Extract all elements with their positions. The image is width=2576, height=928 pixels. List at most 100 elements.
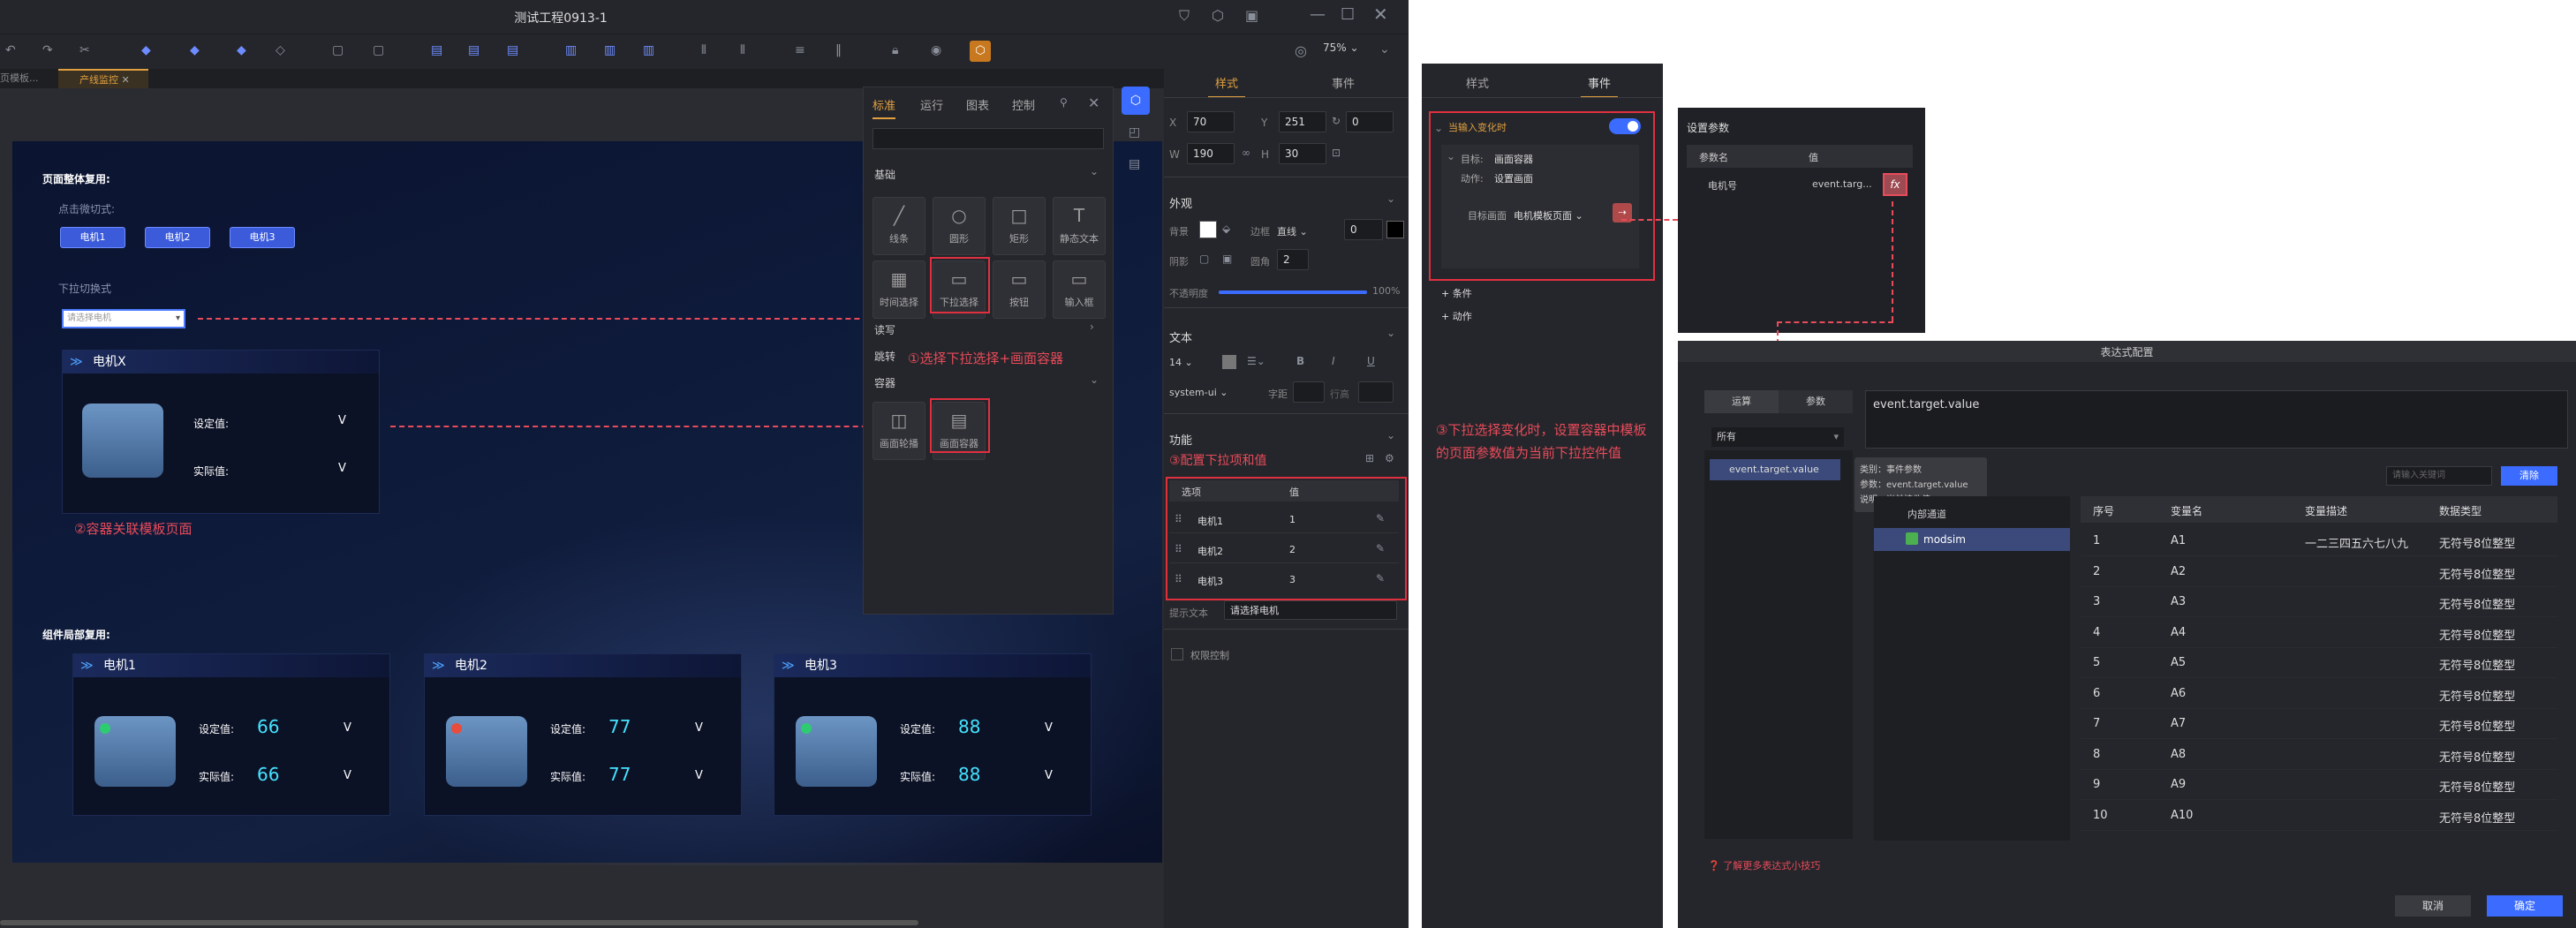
shield-icon[interactable]: ⛉: [1179, 7, 1190, 25]
close-icon[interactable]: ✕: [1373, 4, 1388, 25]
table-row[interactable]: 5 A5 无符号8位整型: [2081, 648, 2557, 678]
fill-icon[interactable]: ⬙: [1222, 223, 1230, 235]
align-center-icon[interactable]: ▥: [604, 43, 616, 57]
target-screen-select[interactable]: 电机模板页面 ⌄: [1514, 208, 1583, 223]
shadow-inner-icon[interactable]: ▣: [1222, 253, 1232, 265]
layer-bottom-icon[interactable]: ◇: [276, 43, 285, 57]
library-search-input[interactable]: [873, 128, 1104, 149]
same-height-icon[interactable]: ‖: [835, 43, 842, 57]
search-input[interactable]: 请输入关键词: [2386, 466, 2492, 486]
close-icon[interactable]: ✕: [1088, 94, 1099, 111]
maximize-icon[interactable]: ☐: [1341, 5, 1355, 24]
chevron-down-icon[interactable]: ⌄: [1447, 150, 1455, 162]
tab-params[interactable]: 参数: [1779, 390, 1853, 413]
close-tab-icon[interactable]: ✕: [122, 74, 130, 86]
chevron-down-icon[interactable]: ⌄: [1386, 327, 1395, 339]
table-row[interactable]: 9 A9 无符号8位整型: [2081, 770, 2557, 800]
distribute-v-icon[interactable]: ⫴: [740, 43, 745, 57]
library-tab-control[interactable]: 控制: [1012, 96, 1035, 113]
eye-icon[interactable]: ◉: [931, 43, 941, 57]
rotation-input[interactable]: 0: [1346, 111, 1394, 132]
comp-time-picker[interactable]: ▦ 时间选择: [873, 260, 925, 319]
same-width-icon[interactable]: ≡: [795, 43, 805, 57]
chevron-down-icon[interactable]: ⌄: [1379, 42, 1390, 57]
x-input[interactable]: 70: [1187, 111, 1235, 132]
cut-icon[interactable]: ✂: [79, 43, 90, 57]
table-row[interactable]: 3 A3 无符号8位整型: [2081, 587, 2557, 617]
globe-icon[interactable]: ◎: [1295, 42, 1307, 59]
font-size-select[interactable]: 14 ⌄: [1169, 357, 1193, 368]
chevron-down-icon[interactable]: ⌄: [1386, 429, 1395, 441]
align-top-icon[interactable]: ▤: [431, 43, 442, 57]
border-width-input[interactable]: 0: [1344, 219, 1383, 240]
tab-production-monitor[interactable]: 产线监控 ✕: [58, 69, 148, 88]
comp-circle[interactable]: ○ 圆形: [933, 197, 986, 255]
add-action-button[interactable]: + 动作: [1441, 309, 1472, 323]
redo-icon[interactable]: ↷: [42, 43, 53, 57]
chevron-right-icon[interactable]: ›: [1090, 321, 1094, 333]
bold-icon[interactable]: B: [1296, 355, 1304, 367]
save-icon[interactable]: ▣: [1245, 7, 1258, 24]
tab-operation[interactable]: 运算: [1704, 390, 1779, 413]
permission-checkbox[interactable]: [1171, 648, 1183, 660]
param-list-item[interactable]: event.target.value: [1710, 459, 1840, 480]
distribute-h-icon[interactable]: ⫴: [701, 43, 706, 57]
font-family-select[interactable]: system-ui ⌄: [1169, 387, 1228, 398]
fx-button[interactable]: fx: [1883, 173, 1907, 196]
evt-tab-style[interactable]: 样式: [1466, 74, 1489, 91]
layers-icon[interactable]: ◰: [1129, 125, 1140, 140]
motor2-button[interactable]: 电机2: [145, 227, 210, 248]
hint-input[interactable]: 请选择电机: [1224, 600, 1397, 620]
opacity-slider[interactable]: [1219, 290, 1367, 294]
shadow-icon[interactable]: ▢: [1199, 253, 1209, 265]
table-row[interactable]: 4 A4 无符号8位整型: [2081, 618, 2557, 648]
component-library-toggle[interactable]: ⬡: [1122, 87, 1150, 115]
align-left-icon[interactable]: ▥: [565, 43, 577, 57]
layer-down-icon[interactable]: ◆: [190, 43, 200, 57]
evt-tab-event[interactable]: 事件: [1581, 74, 1619, 98]
table-row[interactable]: 10 A10 无符号8位整型: [2081, 801, 2557, 831]
undo-icon[interactable]: ↶: [5, 43, 16, 57]
comp-line[interactable]: ╱ 线条: [873, 197, 925, 255]
comp-static-text[interactable]: T 静态文本: [1053, 197, 1106, 255]
filter-select[interactable]: 所有 ▾: [1711, 427, 1844, 447]
confirm-button[interactable]: 确定: [2487, 895, 2563, 917]
align-middle-icon[interactable]: ▤: [468, 43, 480, 57]
add-icon[interactable]: ⊞: [1365, 452, 1374, 464]
tab-page-template[interactable]: 页模板...: [0, 69, 53, 88]
radius-input[interactable]: 2: [1277, 249, 1309, 270]
chevron-down-icon[interactable]: ⌄: [1386, 192, 1395, 205]
component-icon[interactable]: ⬡: [970, 41, 991, 62]
align-right-icon[interactable]: ▥: [643, 43, 654, 57]
motor3-button[interactable]: 电机3: [230, 227, 295, 248]
y-input[interactable]: 251: [1279, 111, 1326, 132]
motor1-button[interactable]: 电机1: [60, 227, 125, 248]
library-tab-standard[interactable]: 标准: [873, 96, 896, 119]
event-toggle[interactable]: [1609, 118, 1641, 134]
help-link[interactable]: ❓ 了解更多表达式小技巧: [1708, 858, 1820, 872]
comp-input[interactable]: ▭ 输入框: [1053, 260, 1106, 319]
motor-dropdown[interactable]: 请选择电机 ▾: [62, 309, 185, 328]
props-tab-style[interactable]: 样式: [1208, 74, 1246, 98]
align-icon[interactable]: ☰⌄: [1247, 355, 1265, 367]
bg-color-swatch[interactable]: [1199, 221, 1217, 238]
table-row[interactable]: 2 A2 无符号8位整型: [2081, 557, 2557, 587]
minimize-icon[interactable]: —: [1310, 5, 1326, 24]
expression-input[interactable]: event.target.value: [1865, 390, 2568, 449]
table-row[interactable]: 8 A8 无符号8位整型: [2081, 740, 2557, 770]
border-color-swatch[interactable]: [1386, 221, 1404, 238]
layer-up-icon[interactable]: ◆: [141, 43, 151, 57]
chevron-down-icon[interactable]: ⌄: [1434, 122, 1443, 134]
group-icon[interactable]: ▢: [332, 43, 344, 57]
comp-rect[interactable]: □ 矩形: [993, 197, 1046, 255]
spacing-input[interactable]: [1293, 381, 1325, 403]
cube-icon[interactable]: ⬡: [1212, 7, 1224, 24]
pin-icon[interactable]: ⚲: [1060, 96, 1068, 109]
w-input[interactable]: 190: [1187, 143, 1235, 164]
underline-icon[interactable]: U: [1367, 355, 1375, 367]
layer-top-icon[interactable]: ◆: [237, 43, 246, 57]
cancel-button[interactable]: 取消: [2395, 895, 2471, 917]
border-style-select[interactable]: 直线 ⌄: [1277, 224, 1308, 238]
align-bottom-icon[interactable]: ▤: [507, 43, 518, 57]
props-tab-event[interactable]: 事件: [1332, 74, 1355, 91]
